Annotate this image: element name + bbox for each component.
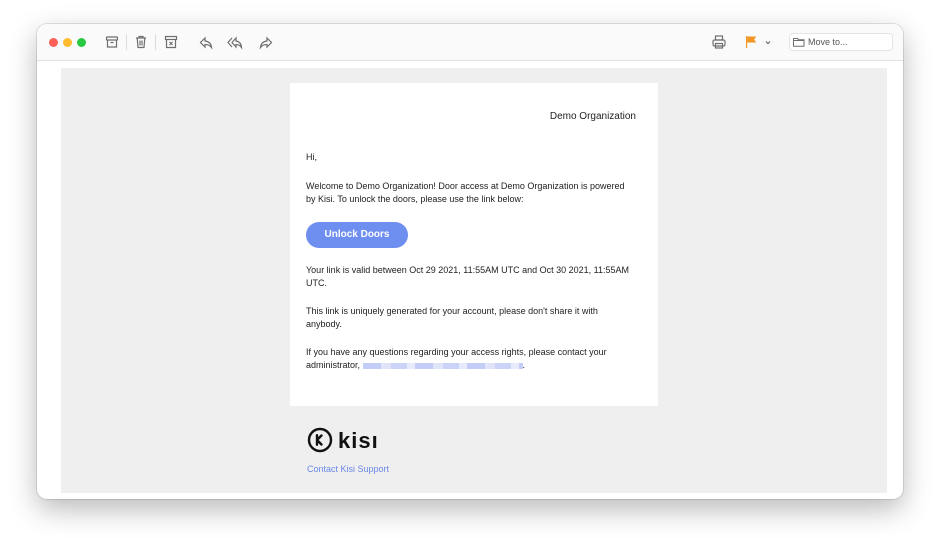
- chevron-down-icon[interactable]: [763, 34, 773, 50]
- folder-icon: [792, 36, 806, 48]
- uniqueness-text: This link is uniquely generated for your…: [306, 306, 598, 329]
- toolbar: Move to...: [37, 24, 903, 61]
- flag-icon[interactable]: [743, 34, 759, 50]
- mail-window: Move to... Demo Organization Hi, Welcome…: [37, 24, 903, 499]
- contact-text: If you have any questions regarding your…: [306, 346, 636, 372]
- reply-icon[interactable]: [198, 34, 214, 50]
- reply-all-icon[interactable]: [227, 34, 243, 50]
- kisi-wordmark: kisı: [338, 428, 379, 453]
- zoom-window-button[interactable]: [77, 38, 86, 47]
- move-to-placeholder: Move to...: [808, 37, 848, 47]
- redacted-email: [362, 362, 523, 369]
- print-icon[interactable]: [711, 34, 727, 50]
- toolbar-divider: [155, 34, 156, 50]
- toolbar-divider: [126, 34, 127, 50]
- contact-suffix: .: [522, 360, 526, 370]
- close-window-button[interactable]: [49, 38, 58, 47]
- greeting: Hi,: [306, 152, 317, 162]
- minimize-window-button[interactable]: [63, 38, 72, 47]
- welcome-text: Welcome to Demo Organization! Door acces…: [306, 181, 625, 204]
- message-body: Demo Organization Hi, Welcome to Demo Or…: [61, 68, 887, 493]
- junk-icon[interactable]: [163, 34, 179, 50]
- move-to-field[interactable]: Move to...: [789, 33, 893, 51]
- contact-support-link[interactable]: Contact Kisi Support: [307, 464, 389, 474]
- trash-icon[interactable]: [133, 34, 149, 50]
- email-card: Demo Organization Hi, Welcome to Demo Or…: [290, 83, 658, 406]
- forward-icon[interactable]: [258, 34, 274, 50]
- validity-text: Your link is valid between Oct 29 2021, …: [306, 265, 630, 288]
- unlock-doors-button[interactable]: Unlock Doors: [306, 222, 408, 248]
- kisi-logo-icon: [307, 427, 333, 453]
- archive-icon[interactable]: [104, 34, 120, 50]
- organization-name: Demo Organization: [549, 111, 636, 122]
